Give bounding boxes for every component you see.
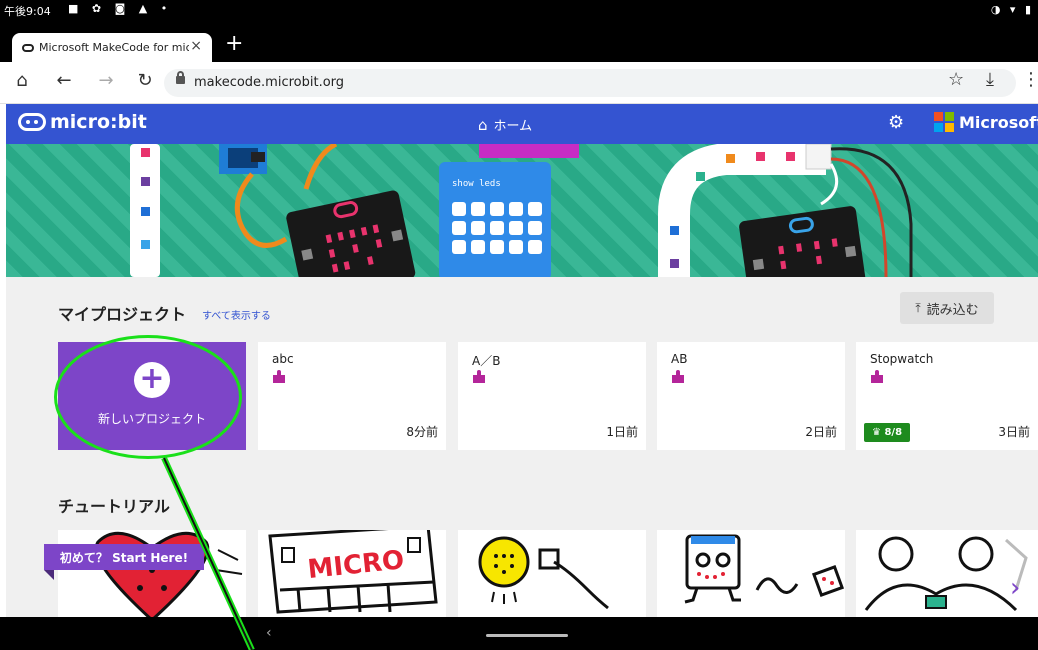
show-leds-text: show leds [452,179,501,189]
import-button[interactable]: ⤒ 読み込む [900,292,994,324]
home-gesture-pill[interactable] [486,634,568,637]
import-label: 読み込む [926,302,979,318]
project-time: 8分前 [406,425,438,439]
tab-strip: Microsoft MakeCode for micro:bit × + [0,26,1038,62]
address-bar: ⌂ ← → ↻ makecode.microbit.org ☆ ⤓ ⋮ [0,62,1038,104]
project-card[interactable]: Stopwatch ♛ 8/8 3日前 [856,342,1038,450]
progress-badge: ♛ 8/8 [864,423,911,442]
download-icon[interactable]: ⤓ [986,69,994,90]
show-all-link[interactable]: すべて表示する [202,307,271,322]
system-nav-bar: ‹ [0,617,1038,650]
microbit-favicon-icon [22,43,34,52]
hero-illustration: show leds [130,144,913,277]
project-card[interactable]: A／B 1日前 [458,342,646,450]
dice-illustration [684,534,845,604]
menu-dots-icon[interactable]: ⋮ [1022,69,1038,90]
lock-icon [176,71,185,84]
forward-arrow-icon[interactable]: → [94,70,118,91]
microsoft-squares-icon [934,112,954,132]
notification-icons: ■ ✿ ◙ ▲ • [68,2,173,15]
bookmark-star-icon[interactable]: ☆ [948,69,964,90]
tutorial-card[interactable] [657,530,845,617]
chevron-right-icon[interactable]: › [1010,573,1020,603]
micro-board-illustration: MICRO [268,530,438,614]
hero-banner: show leds [6,144,1038,277]
tab-title: Microsoft MakeCode for micro:bit [39,41,189,54]
microbit-logo-icon [18,113,46,131]
home-icon[interactable]: ⌂ [10,70,34,91]
project-card[interactable]: abc 8分前 [258,342,446,450]
tutorial-card[interactable] [458,530,646,617]
reload-icon[interactable]: ↻ [133,70,157,91]
back-arrow-icon[interactable]: ← [52,70,76,91]
puzzle-icon [273,370,285,383]
battery-wifi-icons: ◑ ▾ ▮ [990,3,1034,16]
home-button[interactable]: ⌂ ホーム [478,115,533,135]
project-name: A／B [472,354,501,368]
project-name: abc [272,352,294,366]
puzzle-icon [473,370,485,383]
back-nav-icon[interactable]: ‹ [266,625,272,641]
badge-text: 8/8 [884,427,903,438]
project-card[interactable]: AB 2日前 [657,342,845,450]
start-here-banner: 初めて？ Start Here! [44,544,204,580]
browser-tab[interactable]: Microsoft MakeCode for micro:bit × [12,33,212,62]
project-name: Stopwatch [870,352,934,366]
url-text: makecode.microbit.org [194,75,345,90]
trophy-icon: ♛ [872,427,881,438]
puzzle-icon [871,370,883,383]
upload-icon: ⤒ [915,300,921,315]
annotation-ellipse [54,335,242,459]
project-time: 1日前 [606,425,638,439]
main-content: マイプロジェクト すべて表示する ⤒ 読み込む + 新しいプロジェクト abc … [6,277,1038,617]
home-label: ホーム [493,119,533,134]
url-field[interactable]: makecode.microbit.org [164,69,1016,97]
app-header: micro:bit ⌂ ホーム ⚙ Microsoft [6,104,1038,144]
brand-name: Microsoft [959,112,1038,132]
puzzle-icon [672,370,684,383]
button-press-illustration [478,536,609,610]
clock: 午後9:04 [4,5,51,18]
project-time: 3日前 [998,425,1030,439]
project-time: 2日前 [805,425,837,439]
microsoft-logo[interactable]: Microsoft [934,112,1038,132]
new-tab-icon[interactable]: + [225,31,243,56]
house-icon: ⌂ [478,115,488,134]
gear-icon[interactable]: ⚙ [888,112,904,133]
logo-text: micro:bit [50,111,147,133]
close-tab-icon[interactable]: × [190,38,202,54]
project-name: AB [671,352,688,366]
microbit-logo[interactable]: micro:bit [18,111,147,133]
tutorial-card[interactable]: MICRO [258,530,446,617]
status-bar: 午後9:04 ■ ✿ ◙ ▲ • ◑ ▾ ▮ [0,0,1038,28]
my-projects-title: マイプロジェクト [58,305,187,324]
tutorials-title: チュートリアル [58,497,170,516]
